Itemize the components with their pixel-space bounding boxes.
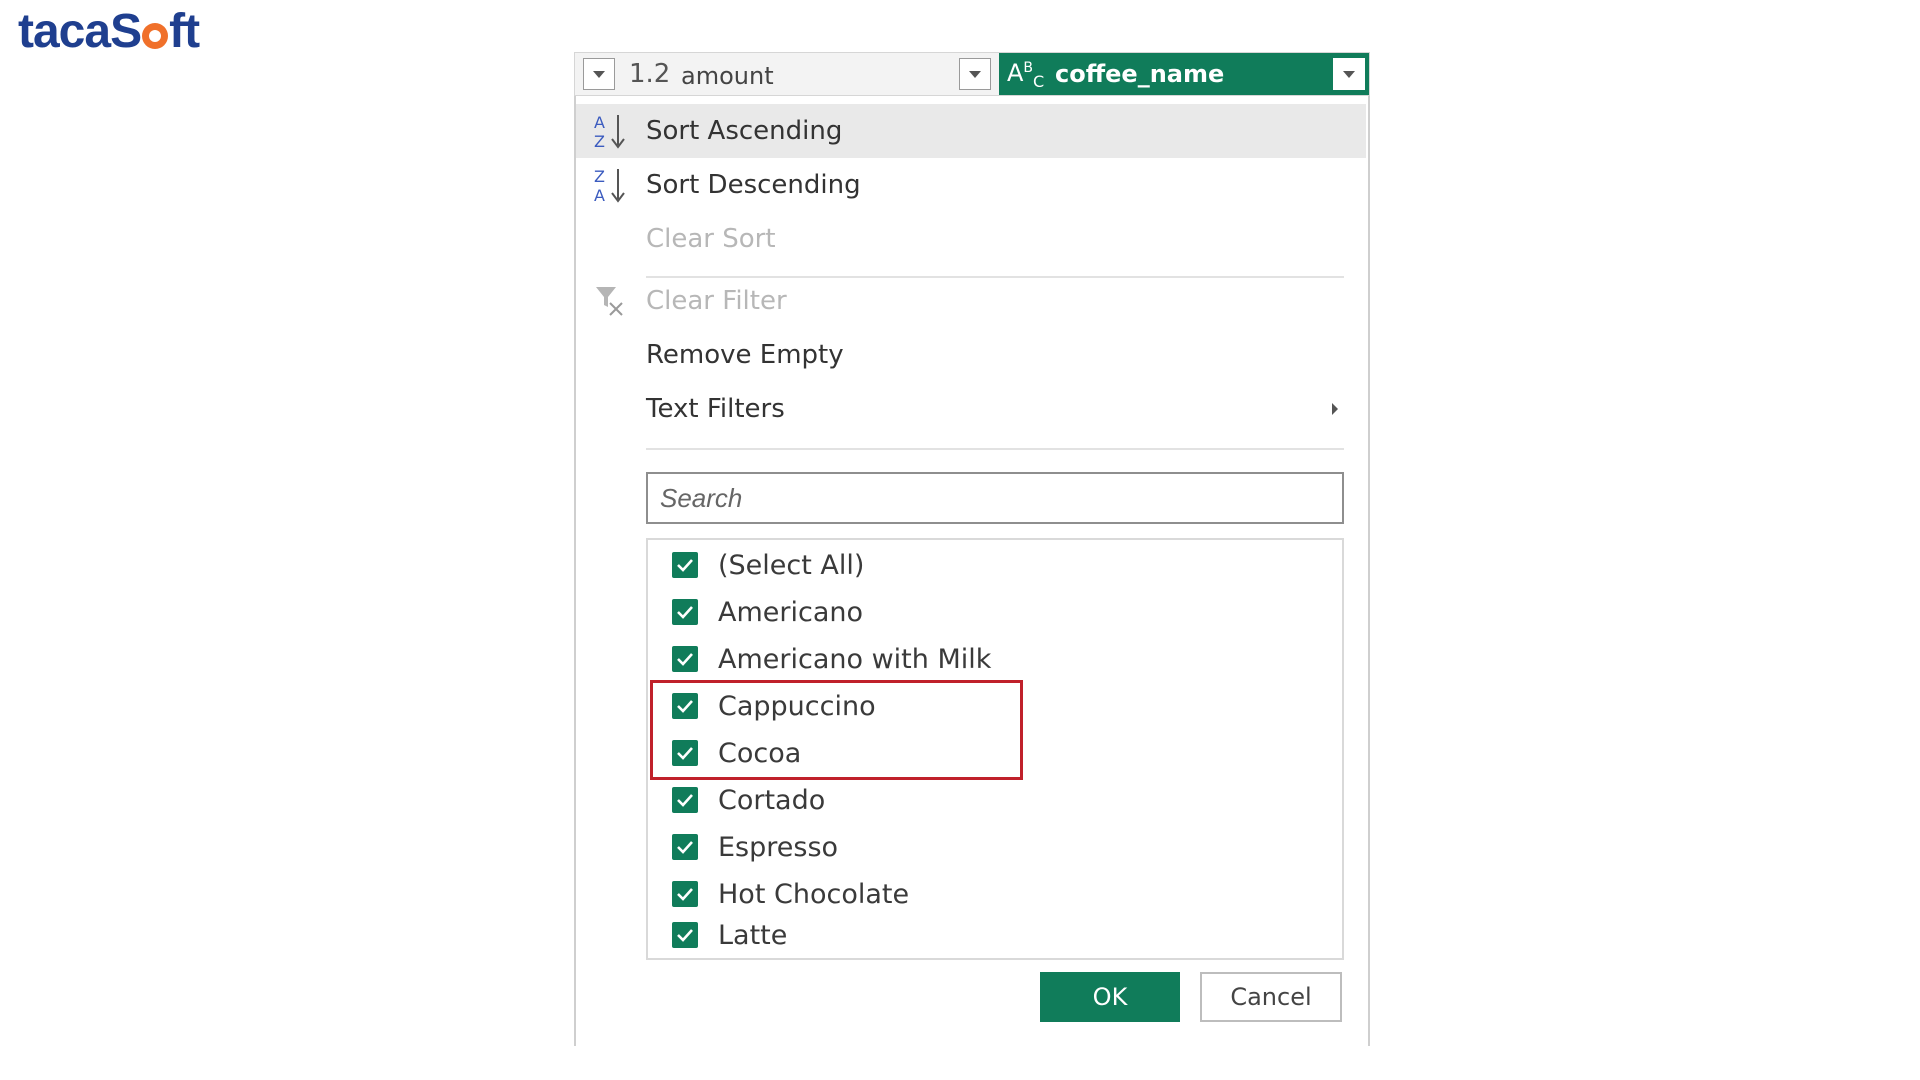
list-item-select-all[interactable]: (Select All): [672, 542, 864, 588]
coffee-name-dropdown-button[interactable]: [1333, 58, 1365, 90]
menu-separator: [646, 448, 1344, 450]
checkbox-checked-icon[interactable]: [672, 646, 698, 672]
amount-dropdown-button[interactable]: [959, 58, 991, 90]
list-item-label: Espresso: [718, 831, 839, 863]
list-item-label: Americano: [718, 596, 864, 628]
list-item-label: Latte: [718, 919, 788, 951]
menu-item-sort-ascending[interactable]: A Z Sort Ascending: [576, 104, 1366, 158]
menu-item-sort-descending[interactable]: Z A Sort Descending: [576, 158, 1366, 212]
cancel-button[interactable]: Cancel: [1200, 972, 1342, 1022]
column-name-label: coffee_name: [1055, 60, 1225, 88]
menu-item-label: Clear Filter: [646, 286, 787, 316]
logo-text: taca: [18, 5, 111, 58]
list-item[interactable]: Hot Chocolate: [672, 871, 909, 917]
svg-text:Z: Z: [594, 167, 605, 186]
list-item[interactable]: Americano with Milk: [672, 636, 991, 682]
menu-item-label: Remove Empty: [646, 340, 844, 370]
list-item[interactable]: Espresso: [672, 824, 838, 870]
chevron-down-icon: [969, 70, 981, 78]
tacasoft-logo: taca Sft: [18, 2, 200, 62]
left-column-dropdown-button[interactable]: [583, 58, 615, 90]
list-item[interactable]: Cortado: [672, 777, 825, 823]
menu-item-label: Sort Descending: [646, 170, 861, 200]
svg-text:A: A: [594, 186, 605, 205]
menu-item-label: Sort Ascending: [646, 116, 843, 146]
menu-item-label: Clear Sort: [646, 224, 776, 254]
svg-text:A: A: [594, 113, 605, 132]
menu-item-clear-filter[interactable]: Clear Filter: [576, 274, 1366, 328]
column-header-strip: 1.2 amount ABC coffee_name: [574, 52, 1370, 96]
chevron-down-icon: [593, 70, 605, 78]
logo-text-end: ft: [169, 5, 200, 58]
menu-item-clear-sort[interactable]: Clear Sort: [576, 212, 1366, 266]
column-header-coffee-name[interactable]: ABC coffee_name: [999, 53, 1369, 95]
column-header-amount[interactable]: amount: [681, 62, 774, 90]
list-item-label: (Select All): [718, 549, 865, 581]
checkbox-checked-icon[interactable]: [672, 787, 698, 813]
list-item-label: Cortado: [718, 784, 826, 816]
number-type-icon: 1.2: [629, 59, 671, 89]
clear-filter-icon: [590, 279, 630, 323]
list-item-label: Americano with Milk: [718, 643, 992, 675]
ok-button[interactable]: OK: [1040, 972, 1180, 1022]
logo-text-s: S: [110, 5, 142, 58]
menu-item-text-filters[interactable]: Text Filters: [576, 382, 1366, 436]
sort-ascending-icon: A Z: [590, 109, 630, 153]
logo-o-mark-icon: [142, 23, 169, 49]
list-item-label: Hot Chocolate: [718, 878, 910, 910]
text-type-icon: ABC: [1007, 59, 1045, 91]
menu-item-label: Text Filters: [646, 394, 785, 424]
search-input[interactable]: [646, 472, 1344, 524]
list-item[interactable]: Latte: [672, 912, 787, 958]
filter-dropdown-menu: A Z Sort Ascending Z A Sort Descending C…: [574, 96, 1370, 1046]
checkbox-checked-icon[interactable]: [672, 881, 698, 907]
sort-descending-icon: Z A: [590, 163, 630, 207]
menu-item-remove-empty[interactable]: Remove Empty: [576, 328, 1366, 382]
annotation-highlight-box: [650, 680, 1023, 780]
checkbox-checked-icon[interactable]: [672, 552, 698, 578]
svg-text:Z: Z: [594, 132, 605, 151]
list-item[interactable]: Americano: [672, 589, 863, 635]
checkbox-checked-icon[interactable]: [672, 599, 698, 625]
chevron-down-icon: [1343, 70, 1355, 78]
checkbox-checked-icon[interactable]: [672, 834, 698, 860]
checkbox-checked-icon[interactable]: [672, 922, 698, 948]
chevron-right-icon: [1332, 403, 1338, 415]
